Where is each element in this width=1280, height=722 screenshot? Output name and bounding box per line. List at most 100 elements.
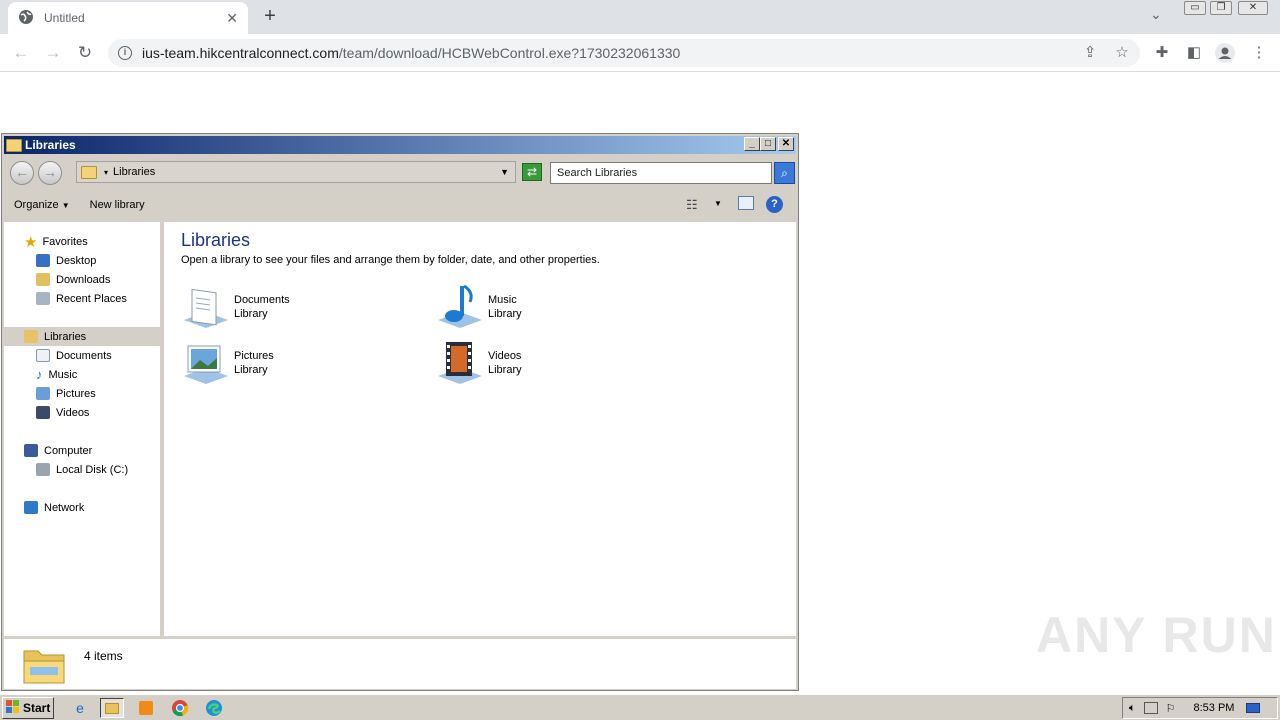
nav-documents[interactable]: Documents (36, 346, 112, 365)
nav-videos[interactable]: Videos (36, 403, 89, 422)
windows-logo-icon (6, 699, 20, 717)
nav-network[interactable]: Network (24, 498, 84, 517)
details-pane: 4 items (4, 637, 796, 689)
explorer-titlebar[interactable]: Libraries (4, 136, 796, 154)
page-subtitle: Open a library to see your files and arr… (181, 254, 600, 266)
library-pictures[interactable]: Pictures Library (182, 340, 274, 386)
extensions-puzzle-icon[interactable]: ✚ (1151, 42, 1173, 64)
explorer-taskbar-icon[interactable] (100, 698, 124, 718)
browser-menu-icon[interactable]: ⋮ (1248, 42, 1270, 64)
explorer-address-box[interactable]: ▾ Libraries ▼ (76, 161, 516, 183)
network-tray-icon[interactable] (1143, 702, 1158, 714)
explorer-close-button[interactable]: ✕ (778, 137, 794, 151)
media-player-icon[interactable] (134, 698, 158, 718)
item-count: 4 items (84, 649, 123, 663)
breadcrumb-libraries[interactable]: Libraries (113, 166, 155, 178)
explorer-back-button[interactable]: ← (10, 161, 34, 185)
computer-icon (24, 444, 38, 457)
organize-button[interactable]: Organize ▼ (4, 199, 80, 211)
library-type: Library (234, 364, 268, 376)
clock[interactable]: 8:53 PM (1193, 702, 1234, 714)
nav-computer[interactable]: Computer (24, 441, 92, 460)
library-music[interactable]: Music Library (436, 284, 522, 330)
explorer-address-row: ← → ▾ Libraries ▼ ⇄ Search Libraries ⌕ (4, 156, 796, 190)
restore-button[interactable]: ❐ (1210, 1, 1232, 15)
nav-pictures[interactable]: Pictures (36, 384, 96, 403)
videos-icon (36, 406, 50, 419)
tab-close-icon[interactable]: ✕ (226, 10, 238, 27)
library-type: Library (488, 364, 522, 376)
library-name: Videos (488, 350, 522, 362)
network-icon (24, 501, 38, 514)
url-path: /team/download/HCBWebControl.exe?1730232… (338, 45, 681, 61)
minimize-button[interactable]: ▭ (1184, 1, 1206, 15)
explorer-minimize-button[interactable]: _ (744, 137, 760, 151)
explorer-maximize-button[interactable]: □ (760, 137, 776, 151)
profile-avatar-icon[interactable] (1214, 42, 1236, 64)
search-icon[interactable]: ⌕ (774, 162, 795, 184)
nav-favorites[interactable]: ★ Favorites (24, 232, 88, 251)
documents-icon (36, 349, 50, 362)
music-note-icon: ♪ (36, 367, 43, 382)
address-folder-icon (81, 165, 97, 179)
reload-button[interactable]: ↻ (74, 42, 96, 64)
view-options-icon[interactable]: ☷ (686, 197, 698, 213)
nav-desktop[interactable]: Desktop (36, 251, 96, 270)
nav-libraries[interactable]: Libraries (4, 327, 160, 346)
refresh-icon[interactable]: ⇄ (522, 163, 542, 181)
documents-library-icon (182, 284, 230, 330)
close-window-button[interactable]: ✕ (1238, 1, 1268, 15)
start-button[interactable]: Start (2, 697, 54, 719)
star-icon: ★ (24, 233, 38, 251)
address-bar[interactable]: i ius-team.hikcentralconnect.com/team/do… (108, 39, 1140, 67)
browser-tab[interactable]: Untitled ✕ (8, 2, 248, 34)
url-host: ius-team.hikcentralconnect.com (142, 45, 339, 61)
system-tray: 🔈︎ ⚐ 8:53 PM (1122, 697, 1278, 719)
nav-recent-places[interactable]: Recent Places (36, 289, 127, 308)
library-type: Library (234, 308, 268, 320)
videos-library-icon (436, 340, 484, 386)
library-name: Pictures (234, 350, 274, 362)
tab-search-chevron-icon[interactable]: ⌄ (1150, 6, 1162, 23)
internet-explorer-icon[interactable]: e (68, 698, 92, 718)
nav-downloads[interactable]: Downloads (36, 270, 110, 289)
desktop-icon (36, 254, 50, 267)
nav-music[interactable]: ♪ Music (36, 365, 77, 384)
recent-places-icon (36, 292, 50, 305)
show-desktop-icon[interactable] (1246, 703, 1261, 713)
view-dropdown-icon[interactable]: ▼ (714, 199, 722, 208)
address-dropdown-icon[interactable]: ▼ (500, 167, 509, 177)
pictures-icon (36, 387, 50, 400)
library-type: Library (488, 308, 522, 320)
forward-button[interactable]: → (42, 42, 64, 64)
new-library-button[interactable]: New library (80, 199, 155, 211)
downloads-icon (36, 273, 50, 286)
library-name: Music (488, 294, 517, 306)
library-documents[interactable]: Documents Library (182, 284, 290, 330)
share-icon[interactable]: ⇪ (1079, 42, 1101, 64)
edge-icon[interactable] (202, 698, 226, 718)
side-panel-icon[interactable]: ◧ (1183, 42, 1205, 64)
breadcrumb-chevron-icon[interactable]: ▾ (104, 168, 108, 177)
help-icon[interactable]: ? (766, 196, 783, 213)
chrome-icon[interactable] (168, 698, 192, 718)
navigation-pane: ★ Favorites Desktop Downloads Recent Plac… (4, 222, 162, 636)
preview-pane-icon[interactable] (738, 196, 754, 210)
globe-icon (18, 9, 34, 28)
command-bar: Organize ▼ New library ☷ ▼ ? (4, 190, 796, 220)
library-videos[interactable]: Videos Library (436, 340, 522, 386)
libraries-folder-icon (6, 138, 22, 152)
bookmark-star-icon[interactable]: ☆ (1111, 42, 1133, 64)
volume-icon[interactable]: 🔈︎ (1129, 702, 1136, 715)
watermark: ANY RUN (1036, 607, 1277, 663)
new-tab-button[interactable]: + (258, 5, 282, 29)
local-disk-icon (36, 463, 50, 476)
site-info-icon[interactable]: i (118, 46, 132, 60)
explorer-forward-button[interactable]: → (38, 161, 62, 185)
action-center-flag-icon[interactable]: ⚐ (1166, 702, 1176, 715)
search-input[interactable]: Search Libraries (550, 162, 772, 184)
back-button[interactable]: ← (10, 42, 32, 64)
content-pane: Libraries Open a library to see your fil… (164, 222, 796, 636)
nav-local-disk[interactable]: Local Disk (C:) (36, 460, 128, 479)
explorer-window: Libraries _ □ ✕ ← → ▾ Libraries ▼ ⇄ Sear… (1, 133, 799, 691)
